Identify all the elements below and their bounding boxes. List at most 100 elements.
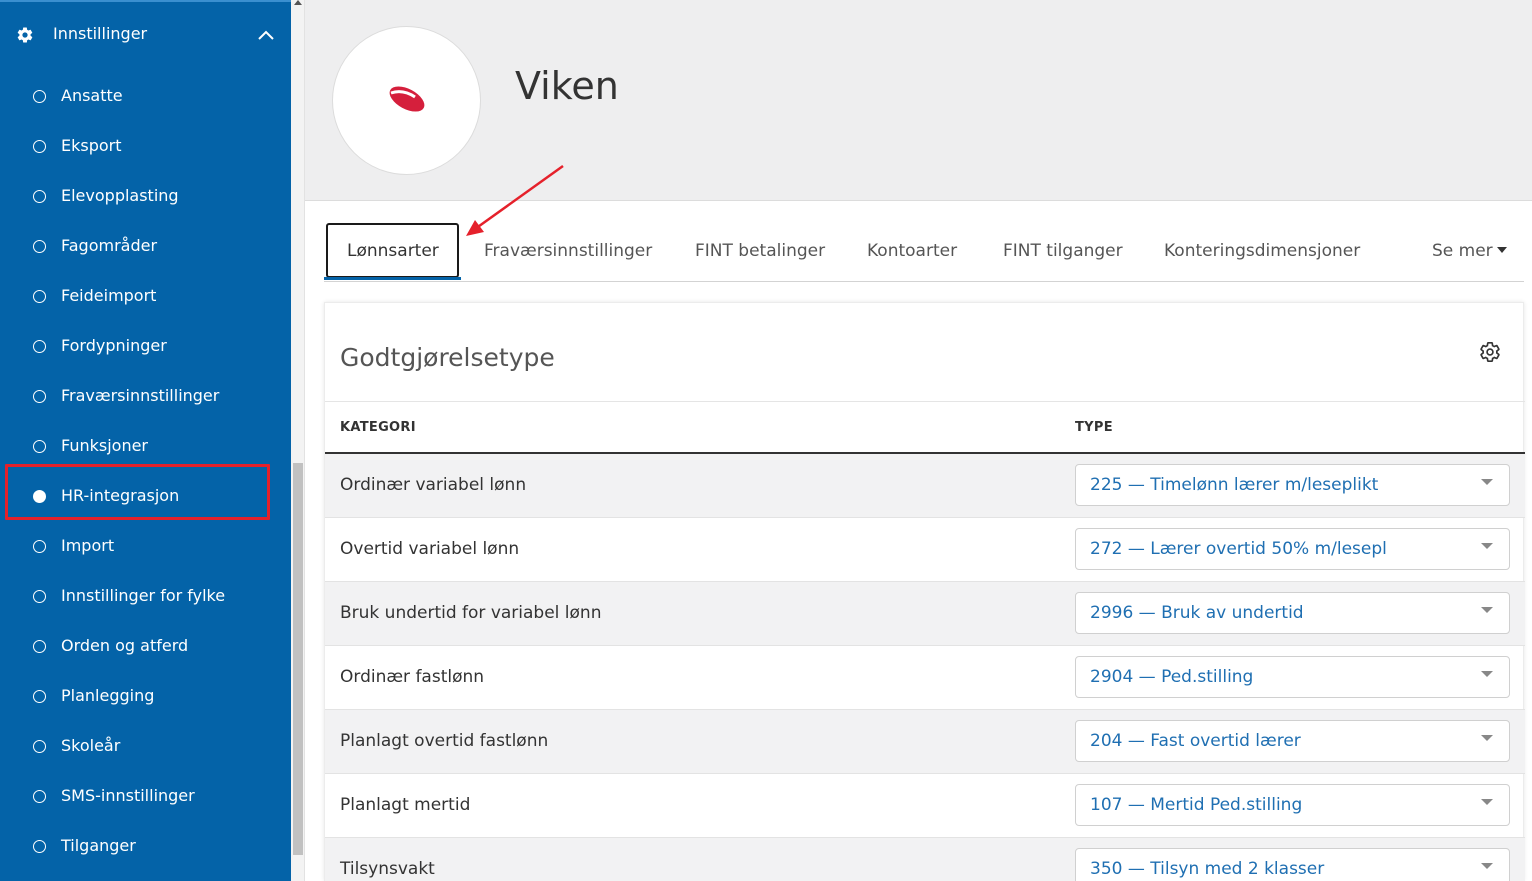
caret-down-icon: [1496, 247, 1507, 253]
sidebar-section-title: Innstillinger: [53, 24, 148, 43]
sidebar-item-sms-innstillinger[interactable]: SMS-innstillinger: [0, 776, 291, 816]
card-title: Godtgjørelsetype: [340, 343, 555, 372]
circle-icon: [33, 740, 46, 753]
sidebar-item-label: Import: [61, 536, 115, 555]
sidebar-item-label: SMS-innstillinger: [61, 786, 195, 805]
annotation-highlight-box: [5, 464, 270, 520]
row-category: Overtid variabel lønn: [340, 539, 520, 559]
column-header-category: KATEGORI: [340, 420, 416, 435]
row-category: Bruk undertid for variabel lønn: [340, 603, 602, 623]
table-row: Ordinær fastlønn 2904 — Ped.stilling: [325, 646, 1525, 710]
sidebar-item-fravaersinnstillinger[interactable]: Fraværsinnstillinger: [0, 376, 291, 416]
viken-logo-icon: [389, 86, 425, 112]
tab-fint-betalinger[interactable]: FINT betalinger: [695, 241, 825, 261]
tab-fravaersinnstillinger[interactable]: Fraværsinnstillinger: [484, 241, 652, 261]
chevron-down-icon: [1481, 607, 1493, 613]
table-row: Overtid variabel lønn 272 — Lærer overti…: [325, 518, 1525, 582]
sidebar-item-funksjoner[interactable]: Funksjoner: [0, 426, 291, 466]
type-select-value: 272 — Lærer overtid 50% m/lesepl: [1090, 539, 1387, 559]
sidebar-item-label: Fagområder: [61, 236, 158, 255]
type-select[interactable]: 2904 — Ped.stilling: [1075, 656, 1510, 698]
see-more-dropdown[interactable]: Se mer: [1432, 241, 1507, 261]
tab-active-indicator: [324, 277, 461, 280]
row-category: Tilsynsvakt: [340, 859, 435, 879]
tab-konteringsdimensjoner[interactable]: Konteringsdimensjoner: [1164, 241, 1360, 261]
sidebar-item-tilganger[interactable]: Tilganger: [0, 826, 291, 866]
circle-icon: [33, 140, 46, 153]
table-row: Planlagt overtid fastlønn 204 — Fast ove…: [325, 710, 1525, 774]
type-select[interactable]: 225 — Timelønn lærer m/leseplikt: [1075, 464, 1510, 506]
tab-kontoarter[interactable]: Kontoarter: [867, 241, 957, 261]
sidebar-item-label: Fraværsinnstillinger: [61, 386, 220, 405]
sidebar-item-fordypninger[interactable]: Fordypninger: [0, 326, 291, 366]
type-select-value: 204 — Fast overtid lærer: [1090, 731, 1301, 751]
chevron-down-icon: [1481, 863, 1493, 869]
sidebar-item-planlegging[interactable]: Planlegging: [0, 676, 291, 716]
sidebar-item-import[interactable]: Import: [0, 526, 291, 566]
sidebar-item-label: Ansatte: [61, 86, 123, 105]
circle-icon: [33, 240, 46, 253]
sidebar-item-ansatte[interactable]: Ansatte: [0, 76, 291, 116]
row-category: Planlagt overtid fastlønn: [340, 731, 549, 751]
compensation-type-card: Godtgjørelsetype KATEGORI TYPE Ordinær v…: [324, 302, 1525, 881]
sidebar-item-innstillinger-for-fylke[interactable]: Innstillinger for fylke: [0, 576, 291, 616]
sidebar-item-label: Feideimport: [61, 286, 157, 305]
sidebar-section-header[interactable]: Innstillinger: [0, 12, 291, 58]
sidebar: Innstillinger Ansatte Eksport Elevopplas…: [0, 0, 291, 881]
type-select-value: 225 — Timelønn lærer m/leseplikt: [1090, 475, 1379, 495]
type-select[interactable]: 272 — Lærer overtid 50% m/lesepl: [1075, 528, 1510, 570]
type-select[interactable]: 350 — Tilsyn med 2 klasser: [1075, 848, 1510, 881]
sidebar-item-label: Eksport: [61, 136, 122, 155]
chevron-down-icon: [1481, 799, 1493, 805]
type-select[interactable]: 204 — Fast overtid lærer: [1075, 720, 1510, 762]
sidebar-item-skolear[interactable]: Skoleår: [0, 726, 291, 766]
sidebar-item-label: Skoleår: [61, 736, 121, 755]
sidebar-top-border: [0, 0, 291, 2]
tab-bar: Lønnsarter Fraværsinnstillinger FINT bet…: [324, 219, 1524, 282]
circle-icon: [33, 440, 46, 453]
type-select[interactable]: 2996 — Bruk av undertid: [1075, 592, 1510, 634]
circle-icon: [33, 590, 46, 603]
sidebar-item-label: Funksjoner: [61, 436, 149, 455]
table-row: Planlagt mertid 107 — Mertid Ped.stillin…: [325, 774, 1525, 838]
sidebar-item-fagomrader[interactable]: Fagområder: [0, 226, 291, 266]
sidebar-item-feideimport[interactable]: Feideimport: [0, 276, 291, 316]
circle-icon: [33, 690, 46, 703]
chevron-down-icon: [1481, 671, 1493, 677]
chevron-down-icon: [1481, 543, 1493, 549]
table-row: Ordinær variabel lønn 225 — Timelønn lær…: [325, 454, 1525, 518]
sidebar-item-label: Innstillinger for fylke: [61, 586, 226, 605]
scrollbar-thumb[interactable]: [293, 463, 303, 855]
circle-icon: [33, 790, 46, 803]
type-select-value: 2904 — Ped.stilling: [1090, 667, 1254, 687]
see-more-label: Se mer: [1432, 241, 1493, 261]
sidebar-item-label: Fordypninger: [61, 336, 167, 355]
type-select[interactable]: 107 — Mertid Ped.stilling: [1075, 784, 1510, 826]
row-category: Planlagt mertid: [340, 795, 471, 815]
scroll-up-arrow-icon[interactable]: [294, 0, 302, 5]
type-select-value: 2996 — Bruk av undertid: [1090, 603, 1304, 623]
table-header: KATEGORI TYPE: [325, 401, 1525, 454]
type-select-value: 350 — Tilsyn med 2 klasser: [1090, 859, 1325, 879]
gear-icon[interactable]: [1479, 341, 1501, 363]
tab-lonnsarter[interactable]: Lønnsarter: [347, 241, 439, 261]
circle-icon: [33, 540, 46, 553]
circle-icon: [33, 340, 46, 353]
sidebar-item-label: Tilganger: [61, 836, 136, 855]
sidebar-item-orden-og-atferd[interactable]: Orden og atferd: [0, 626, 291, 666]
sidebar-item-eksport[interactable]: Eksport: [0, 126, 291, 166]
sidebar-item-label: Orden og atferd: [61, 636, 189, 655]
sidebar-item-elevopplasting[interactable]: Elevopplasting: [0, 176, 291, 216]
column-header-type: TYPE: [1075, 420, 1113, 435]
circle-icon: [33, 90, 46, 103]
tab-fint-tilganger[interactable]: FINT tilganger: [1003, 241, 1123, 261]
circle-icon: [33, 290, 46, 303]
chevron-down-icon: [1481, 735, 1493, 741]
sidebar-scrollbar[interactable]: [291, 0, 305, 881]
circle-icon: [33, 190, 46, 203]
type-select-value: 107 — Mertid Ped.stilling: [1090, 795, 1303, 815]
org-name: Viken: [515, 64, 619, 108]
chevron-up-icon[interactable]: [256, 26, 276, 46]
circle-icon: [33, 640, 46, 653]
chevron-down-icon: [1481, 479, 1493, 485]
